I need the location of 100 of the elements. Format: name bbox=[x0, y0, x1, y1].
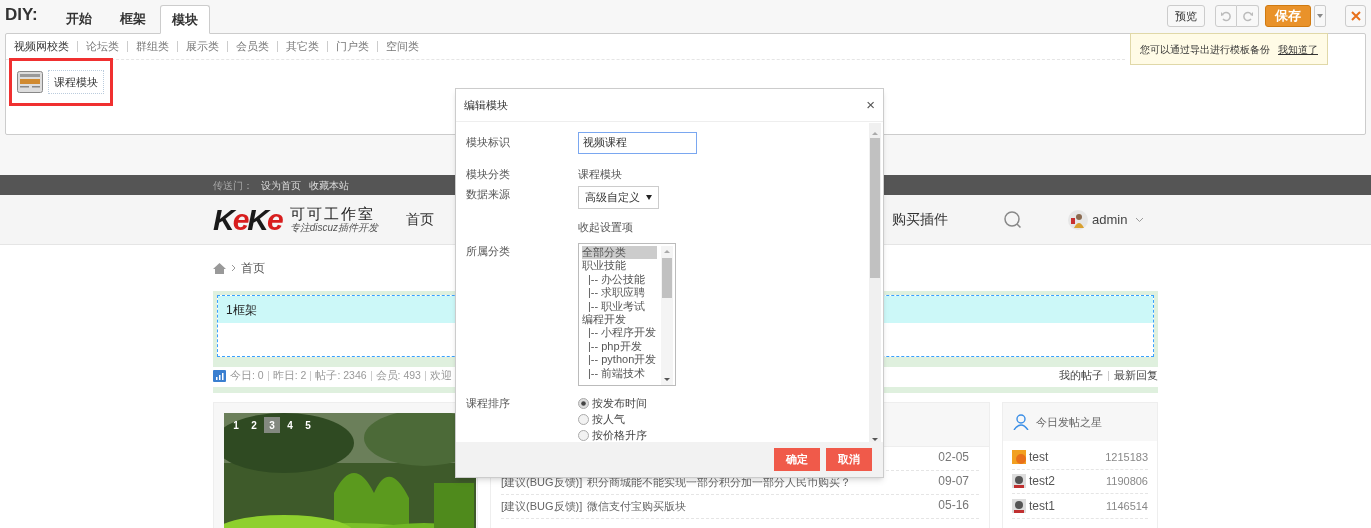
list-option[interactable]: |-- 职业考试 bbox=[582, 299, 657, 314]
avatar-icon[interactable] bbox=[1012, 449, 1026, 464]
category-link[interactable]: 群组类 bbox=[136, 38, 169, 55]
undo-icon[interactable] bbox=[1220, 10, 1232, 22]
module-label: 课程模块 bbox=[48, 69, 104, 95]
member-name[interactable]: test bbox=[1029, 447, 1049, 466]
list-option[interactable]: |-- 前端技术 bbox=[582, 366, 657, 381]
category-link[interactable]: 空间类 bbox=[386, 38, 419, 55]
post-count: 1190806 bbox=[1106, 474, 1148, 489]
user-icon bbox=[1013, 414, 1029, 430]
category-list[interactable]: 全部分类 职业技能 |-- 办公技能 |-- 求职应聘 |-- 职业考试 编程开发 |-- 小程序开发 |-- php开发 |-- python开发 |-- 前端技术 bbox=[578, 243, 676, 386]
list-option[interactable]: |-- 求职应聘 bbox=[582, 286, 657, 300]
avatar-icon[interactable] bbox=[1012, 474, 1026, 489]
stat-text: 欢迎 bbox=[429, 368, 452, 384]
breadcrumb-link[interactable]: 首页 bbox=[241, 259, 265, 277]
radio-label[interactable]: 按人气 bbox=[592, 410, 625, 428]
tooltip-link[interactable]: 我知道了 bbox=[1278, 41, 1318, 57]
topbar-link[interactable]: 收藏本站 bbox=[309, 177, 349, 193]
header-link[interactable]: 最新回复 bbox=[1114, 368, 1158, 384]
diy-label: DIY: bbox=[5, 3, 38, 26]
list-option[interactable]: |-- 小程序开发 bbox=[582, 326, 657, 340]
stats-icon bbox=[213, 370, 226, 382]
thread-date: 09-07 bbox=[938, 473, 969, 490]
logo-name: 可可工作室 bbox=[289, 206, 376, 221]
stat-text: 帖子: 2346 bbox=[315, 368, 367, 384]
slide-number[interactable]: 4 bbox=[282, 417, 298, 433]
thread-tag[interactable]: [建议(BUG反馈)] bbox=[501, 497, 583, 514]
nav-link[interactable]: 首页 bbox=[406, 209, 435, 230]
close-button[interactable] bbox=[1345, 5, 1366, 27]
panel-title: 今日发帖之星 bbox=[1036, 414, 1102, 430]
category-link[interactable]: 展示类 bbox=[186, 38, 219, 55]
category-link[interactable]: 门户类 bbox=[336, 38, 369, 55]
module-icon bbox=[17, 71, 43, 93]
avatar-icon[interactable] bbox=[1012, 498, 1026, 513]
category-link[interactable]: 会员类 bbox=[236, 38, 269, 55]
toggle-link[interactable]: 收起设置项 bbox=[578, 221, 633, 233]
home-icon[interactable] bbox=[213, 262, 226, 274]
dropdown-button[interactable] bbox=[1314, 5, 1326, 27]
list-option[interactable]: 编程开发 bbox=[582, 313, 657, 327]
stat-text: 今日: 0 bbox=[230, 368, 264, 384]
category-link[interactable]: 视频网校类 bbox=[14, 38, 69, 55]
category-link[interactable]: 论坛类 bbox=[86, 38, 119, 55]
slide-number[interactable]: 5 bbox=[300, 417, 316, 433]
radio-label[interactable]: 按发布时间 bbox=[592, 394, 647, 412]
radio-button[interactable] bbox=[578, 397, 589, 409]
user-name[interactable]: admin bbox=[1092, 209, 1128, 230]
post-count: 1215183 bbox=[1105, 449, 1148, 465]
caret-icon[interactable] bbox=[1317, 14, 1323, 18]
list-option[interactable]: 全部分类 bbox=[582, 246, 657, 260]
redo-icon[interactable] bbox=[1241, 10, 1254, 22]
tab[interactable]: 开始 bbox=[51, 4, 106, 33]
field-label: 数据来源 bbox=[466, 188, 510, 200]
list-option[interactable]: |-- 办公技能 bbox=[582, 272, 657, 287]
radio-button[interactable] bbox=[578, 429, 589, 441]
field-label: 课程排序 bbox=[466, 397, 510, 409]
thread-date: 02-05 bbox=[938, 449, 969, 466]
thread-title[interactable]: 微信支付宝购买版块 bbox=[587, 497, 687, 514]
redo-button[interactable] bbox=[1237, 5, 1259, 27]
category-link[interactable]: 其它类 bbox=[286, 38, 319, 55]
select-field[interactable]: 高级自定义 bbox=[578, 186, 659, 209]
tab[interactable]: 框架 bbox=[105, 4, 160, 33]
topbar-link[interactable]: 设为首页 bbox=[261, 177, 301, 193]
preview-button[interactable]: 预览 bbox=[1167, 5, 1205, 27]
topbar-label: 传送门： bbox=[213, 178, 253, 193]
dialog-title: 编辑模块 bbox=[464, 97, 508, 113]
field-label: 模块分类 bbox=[466, 168, 510, 180]
slide-number[interactable]: 1 bbox=[228, 417, 244, 433]
logo: KeKe bbox=[213, 204, 282, 235]
stat-text: 会员: 493 bbox=[375, 368, 421, 384]
chevron-icon[interactable] bbox=[1134, 216, 1144, 223]
chevron-icon bbox=[231, 264, 236, 272]
frame-title: 1框架 bbox=[226, 301, 257, 319]
slide-number[interactable]: 3 bbox=[264, 417, 280, 433]
text-field[interactable]: 视频课程 bbox=[578, 131, 697, 154]
tooltip-text: 您可以通过导出进行模板备份 bbox=[1140, 42, 1270, 57]
tab[interactable]: 模块 bbox=[159, 5, 210, 34]
radio-label[interactable]: 按价格升序 bbox=[592, 426, 647, 442]
field-label: 模块标识 bbox=[466, 136, 510, 148]
stat-text: 昨日: 2 bbox=[272, 368, 307, 384]
avatar-icon[interactable] bbox=[1068, 209, 1089, 230]
logo-slogan: 专注discuz插件开发 bbox=[289, 223, 379, 233]
close-button[interactable]: × bbox=[866, 93, 875, 117]
undo-button[interactable] bbox=[1215, 5, 1237, 27]
module-item[interactable]: 课程模块 bbox=[9, 58, 113, 106]
member-name[interactable]: test1 bbox=[1029, 496, 1055, 515]
member-name[interactable]: test2 bbox=[1029, 472, 1055, 491]
list-option[interactable]: 职业技能 bbox=[582, 259, 657, 273]
post-count: 1146514 bbox=[1106, 498, 1148, 514]
header-link[interactable]: 我的帖子 bbox=[1059, 368, 1103, 384]
field-value: 课程模块 bbox=[578, 168, 622, 180]
search-icon[interactable] bbox=[1004, 210, 1023, 229]
nav-link[interactable]: 购买插件 bbox=[892, 209, 949, 230]
close-icon[interactable] bbox=[1350, 11, 1361, 21]
radio-button[interactable] bbox=[578, 413, 589, 425]
scrollbar-drawing[interactable] bbox=[869, 123, 881, 442]
list-option[interactable]: |-- php开发 bbox=[582, 339, 657, 354]
list-option[interactable]: |-- python开发 bbox=[582, 353, 657, 367]
thread-date: 05-16 bbox=[938, 497, 969, 514]
slide-number[interactable]: 2 bbox=[246, 417, 262, 433]
scrollbar-drawing[interactable] bbox=[661, 246, 673, 385]
